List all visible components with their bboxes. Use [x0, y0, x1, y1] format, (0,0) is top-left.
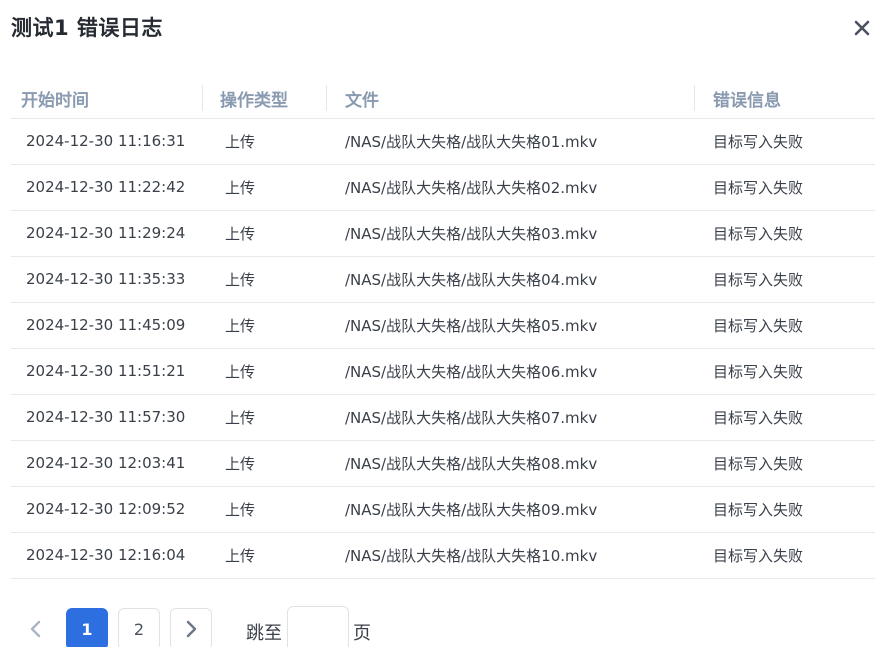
cell-operation-type: 上传: [202, 164, 326, 211]
jump-page-suffix: 页: [353, 623, 371, 644]
page-button-1[interactable]: 1: [66, 608, 108, 647]
cell-file: /NAS/战队大失格/战队大失格03.mkv: [326, 210, 694, 257]
cell-error-info: 目标写入失败: [694, 302, 875, 349]
jump-page-input[interactable]: [287, 606, 349, 647]
next-page-button[interactable]: [170, 608, 212, 647]
column-header-operation-type: 操作类型: [202, 80, 326, 119]
close-icon: [854, 20, 870, 36]
cell-file: /NAS/战队大失格/战队大失格06.mkv: [326, 348, 694, 395]
cell-file: /NAS/战队大失格/战队大失格07.mkv: [326, 394, 694, 441]
cell-error-info: 目标写入失败: [694, 210, 875, 257]
cell-start-time: 2024-12-30 12:03:41: [11, 440, 202, 487]
cell-error-info: 目标写入失败: [694, 532, 875, 579]
cell-file: /NAS/战队大失格/战队大失格10.mkv: [326, 532, 694, 579]
cell-file: /NAS/战队大失格/战队大失格02.mkv: [326, 164, 694, 211]
table-row[interactable]: 2024-12-30 11:51:21 上传/NAS/战队大失格/战队大失格06.…: [11, 348, 875, 395]
cell-start-time: 2024-12-30 11:29:24: [11, 210, 202, 257]
error-log-table: 开始时间 操作类型 文件 错误信息 2024-12-30 11:16:31 上传 /…: [11, 80, 875, 579]
cell-file: /NAS/战队大失格/战队大失格01.mkv: [326, 118, 694, 165]
table-row[interactable]: 2024-12-30 11:16:31 上传/NAS/战队大失格/战队大失格01.…: [11, 118, 875, 165]
jump-to-label: 跳至: [246, 623, 282, 644]
cell-operation-type: 上传: [202, 486, 326, 533]
cell-error-info: 目标写入失败: [694, 164, 875, 211]
cell-error-info: 目标写入失败: [694, 486, 875, 533]
cell-operation-type: 上传: [202, 256, 326, 303]
cell-error-info: 目标写入失败: [694, 348, 875, 395]
cell-start-time: 2024-12-30 11:16:31: [11, 118, 202, 165]
cell-file: /NAS/战队大失格/战队大失格09.mkv: [326, 486, 694, 533]
cell-operation-type: 上传: [202, 394, 326, 441]
cell-operation-type: 上传: [202, 302, 326, 349]
column-header-file: 文件: [326, 80, 694, 119]
cell-start-time: 2024-12-30 11:22:42: [11, 164, 202, 211]
cell-operation-type: 上传: [202, 532, 326, 579]
pagination: 1 2 跳至 页: [0, 606, 875, 647]
table-row[interactable]: 2024-12-30 11:57:30 上传/NAS/战队大失格/战队大失格07.…: [11, 394, 875, 441]
error-log-dialog: 测试1 错误日志 开始时间 操作类型 文件 错误信息 2024-12-30 11…: [0, 0, 875, 647]
prev-page-button[interactable]: [15, 608, 57, 647]
table-row[interactable]: 2024-12-30 12:16:04 上传/NAS/战队大失格/战队大失格10.…: [11, 532, 875, 579]
page-button-2[interactable]: 2: [118, 608, 160, 647]
table-row[interactable]: 2024-12-30 11:22:42 上传/NAS/战队大失格/战队大失格02.…: [11, 164, 875, 211]
cell-error-info: 目标写入失败: [694, 394, 875, 441]
cell-file: /NAS/战队大失格/战队大失格08.mkv: [326, 440, 694, 487]
cell-start-time: 2024-12-30 12:16:04: [11, 532, 202, 579]
chevron-left-icon: [30, 620, 41, 638]
table-row[interactable]: 2024-12-30 12:09:52 上传/NAS/战队大失格/战队大失格09.…: [11, 486, 875, 533]
cell-start-time: 2024-12-30 11:45:09: [11, 302, 202, 349]
dialog-title: 测试1 错误日志: [11, 16, 163, 40]
cell-start-time: 2024-12-30 11:51:21: [11, 348, 202, 395]
table-row[interactable]: 2024-12-30 11:29:24 上传/NAS/战队大失格/战队大失格03.…: [11, 210, 875, 257]
cell-file: /NAS/战队大失格/战队大失格05.mkv: [326, 302, 694, 349]
cell-operation-type: 上传: [202, 440, 326, 487]
cell-operation-type: 上传: [202, 210, 326, 257]
table-row[interactable]: 2024-12-30 12:03:41 上传/NAS/战队大失格/战队大失格08.…: [11, 440, 875, 487]
cell-error-info: 目标写入失败: [694, 440, 875, 487]
cell-file: /NAS/战队大失格/战队大失格04.mkv: [326, 256, 694, 303]
cell-error-info: 目标写入失败: [694, 118, 875, 165]
table-row[interactable]: 2024-12-30 11:45:09 上传/NAS/战队大失格/战队大失格05.…: [11, 302, 875, 349]
cell-operation-type: 上传: [202, 118, 326, 165]
cell-start-time: 2024-12-30 12:09:52: [11, 486, 202, 533]
cell-operation-type: 上传: [202, 348, 326, 395]
column-header-start-time: 开始时间: [11, 80, 202, 119]
chevron-right-icon: [186, 620, 197, 638]
close-button[interactable]: [851, 17, 873, 39]
table-header-row: 开始时间 操作类型 文件 错误信息: [11, 80, 875, 119]
cell-start-time: 2024-12-30 11:57:30: [11, 394, 202, 441]
cell-error-info: 目标写入失败: [694, 256, 875, 303]
cell-start-time: 2024-12-30 11:35:33: [11, 256, 202, 303]
table-row[interactable]: 2024-12-30 11:35:33 上传/NAS/战队大失格/战队大失格04.…: [11, 256, 875, 303]
column-header-error-info: 错误信息: [694, 80, 875, 119]
